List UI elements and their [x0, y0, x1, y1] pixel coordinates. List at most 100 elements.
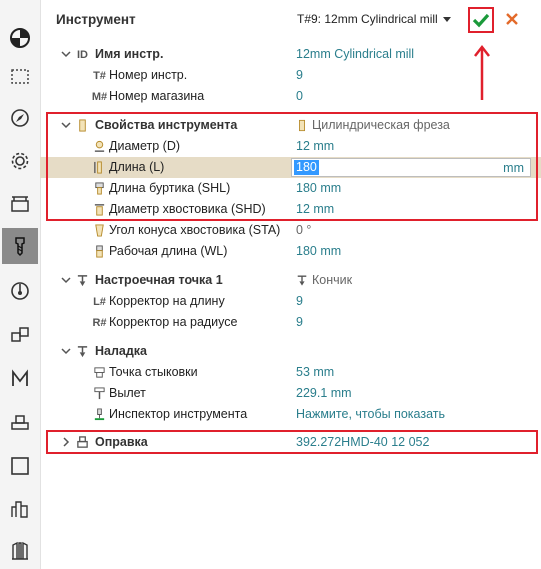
docking-point-icon	[92, 365, 107, 380]
working-length-value[interactable]: 180 mm	[296, 244, 341, 258]
shank-diameter-label: Диаметр хвостовика (SHD)	[109, 202, 266, 216]
gear-icon[interactable]	[6, 147, 34, 175]
shank-diameter-icon	[92, 202, 107, 217]
columns-icon[interactable]	[6, 537, 34, 565]
disc-icon[interactable]	[6, 24, 34, 52]
row-overhang[interactable]: Вылет 229.1 mm	[40, 383, 541, 404]
collar-length-value[interactable]: 180 mm	[296, 181, 341, 195]
row-docking-point[interactable]: Точка стыковки 53 mm	[40, 362, 541, 383]
fixture-icon[interactable]	[6, 190, 34, 218]
diameter-value[interactable]: 12 mm	[296, 139, 334, 153]
stand-icon[interactable]	[6, 408, 34, 436]
setup-point-text: Кончик	[312, 273, 353, 287]
dashed-square-icon[interactable]	[6, 62, 34, 90]
holder-label: Оправка	[95, 435, 148, 449]
tool-inspector-link[interactable]: Нажмите, чтобы показать	[296, 407, 445, 421]
setup-point-icon	[75, 273, 90, 288]
row-magazine-number[interactable]: M# Номер магазина 0	[40, 86, 541, 107]
row-working-length[interactable]: Рабочая длина (WL) 180 mm	[40, 241, 541, 262]
row-radius-corrector[interactable]: R# Корректор на радиусе 9	[40, 312, 541, 333]
checkmark-icon	[472, 13, 490, 28]
taper-angle-icon	[92, 223, 107, 238]
setup-point-label: Настроечная точка 1	[95, 273, 223, 287]
magazine-number-value[interactable]: 0	[296, 89, 303, 103]
docking-point-value[interactable]: 53 mm	[296, 365, 334, 379]
holder-value[interactable]: 392.272HMD-40 12 052	[296, 435, 429, 449]
length-input-value: 180	[294, 160, 319, 175]
radius-corrector-prefix-icon: R#	[92, 316, 107, 329]
taper-angle-value[interactable]: 0 °	[296, 223, 311, 237]
overhang-icon	[92, 386, 107, 401]
radius-corrector-value[interactable]: 9	[296, 315, 303, 329]
m-letter-icon[interactable]	[6, 365, 34, 393]
cancel-button[interactable]	[502, 9, 522, 29]
blocks-icon[interactable]	[6, 320, 34, 348]
setup-label: Наладка	[95, 344, 148, 358]
id-prefix-icon: ID	[77, 48, 88, 61]
row-length[interactable]: Длина (L) 180 mm	[40, 157, 541, 178]
tool-name-value[interactable]: 12mm Cylindrical mill	[296, 47, 414, 61]
chevron-right-icon[interactable]	[60, 436, 72, 448]
docking-point-label: Точка стыковки	[109, 365, 198, 379]
magazine-prefix-icon: M#	[91, 90, 108, 103]
tool-number-label: Номер инстр.	[109, 68, 188, 82]
panel-title: Инструмент	[56, 12, 136, 27]
diameter-icon	[92, 139, 107, 154]
row-tool-inspector[interactable]: Инспектор инструмента Нажмите, чтобы пок…	[40, 404, 541, 425]
setup-point-value[interactable]: Кончик	[296, 273, 352, 287]
tool-properties-label: Свойства инструмента	[95, 118, 238, 132]
length-icon	[92, 160, 107, 175]
sidebar	[0, 0, 41, 569]
chevron-down-icon[interactable]	[60, 119, 72, 131]
length-label: Длина (L)	[109, 160, 165, 174]
shank-diameter-value[interactable]: 12 mm	[296, 202, 334, 216]
tool-name-label: Имя инстр.	[95, 47, 164, 61]
diameter-label: Диаметр (D)	[109, 139, 181, 153]
chevron-down-icon[interactable]	[60, 48, 72, 60]
tip-icon	[297, 275, 307, 286]
collar-length-icon	[92, 181, 107, 196]
tool-type-value[interactable]: Цилиндрическая фреза	[296, 118, 450, 132]
row-tool-properties[interactable]: Свойства инструмента Цилиндрическая фрез…	[40, 115, 541, 136]
length-unit: mm	[503, 161, 524, 175]
tool-type-text: Цилиндрическая фреза	[312, 118, 450, 132]
square-icon[interactable]	[6, 452, 34, 480]
inspector-icon	[92, 407, 107, 422]
cylinder-mill-icon	[299, 119, 305, 131]
length-corrector-value[interactable]: 9	[296, 294, 303, 308]
working-length-label: Рабочая длина (WL)	[109, 244, 228, 258]
radius-corrector-label: Корректор на радиусе	[109, 315, 238, 329]
overhang-label: Вылет	[109, 386, 146, 400]
tool-properties-icon	[75, 118, 90, 133]
magazine-number-label: Номер магазина	[109, 89, 205, 103]
length-input[interactable]: 180 mm	[291, 158, 531, 177]
row-shank-diameter[interactable]: Диаметр хвостовика (SHD) 12 mm	[40, 199, 541, 220]
row-length-corrector[interactable]: L# Корректор на длину 9	[40, 291, 541, 312]
tool-panel: Инструмент T#9: 12mm Cylindrical mill ID…	[40, 0, 541, 569]
tool-selector-dropdown[interactable]: T#9: 12mm Cylindrical mill	[297, 12, 451, 26]
setup-icon	[75, 344, 90, 359]
row-tool-number[interactable]: T# Номер инстр. 9	[40, 65, 541, 86]
length-corrector-prefix-icon: L#	[93, 295, 106, 308]
row-setup-point[interactable]: Настроечная точка 1 Кончик	[40, 270, 541, 291]
row-collar-length[interactable]: Длина буртика (SHL) 180 mm	[40, 178, 541, 199]
row-shank-taper-angle[interactable]: Угол конуса хвостовика (STA) 0 °	[40, 220, 541, 241]
compass-icon[interactable]	[6, 104, 34, 132]
row-holder[interactable]: Оправка 392.272HMD-40 12 052	[40, 432, 541, 453]
collar-length-label: Длина буртика (SHL)	[109, 181, 231, 195]
row-setup[interactable]: Наладка	[40, 341, 541, 362]
tool-selector-label: T#9: 12mm Cylindrical mill	[297, 12, 438, 26]
tool-number-value[interactable]: 9	[296, 68, 303, 82]
tool-icon[interactable]	[2, 228, 38, 264]
chevron-down-icon[interactable]	[60, 274, 72, 286]
row-diameter[interactable]: Диаметр (D) 12 mm	[40, 136, 541, 157]
close-icon	[506, 13, 518, 25]
row-tool-name[interactable]: ID Имя инстр. 12mm Cylindrical mill	[40, 44, 541, 65]
taper-angle-label: Угол конуса хвостовика (STA)	[109, 223, 281, 237]
probe-icon[interactable]	[6, 277, 34, 305]
confirm-button[interactable]	[468, 7, 494, 33]
overhang-value[interactable]: 229.1 mm	[296, 386, 352, 400]
chevron-down-icon[interactable]	[60, 345, 72, 357]
buildings-icon[interactable]	[6, 495, 34, 523]
tool-inspector-label: Инспектор инструмента	[109, 407, 248, 421]
